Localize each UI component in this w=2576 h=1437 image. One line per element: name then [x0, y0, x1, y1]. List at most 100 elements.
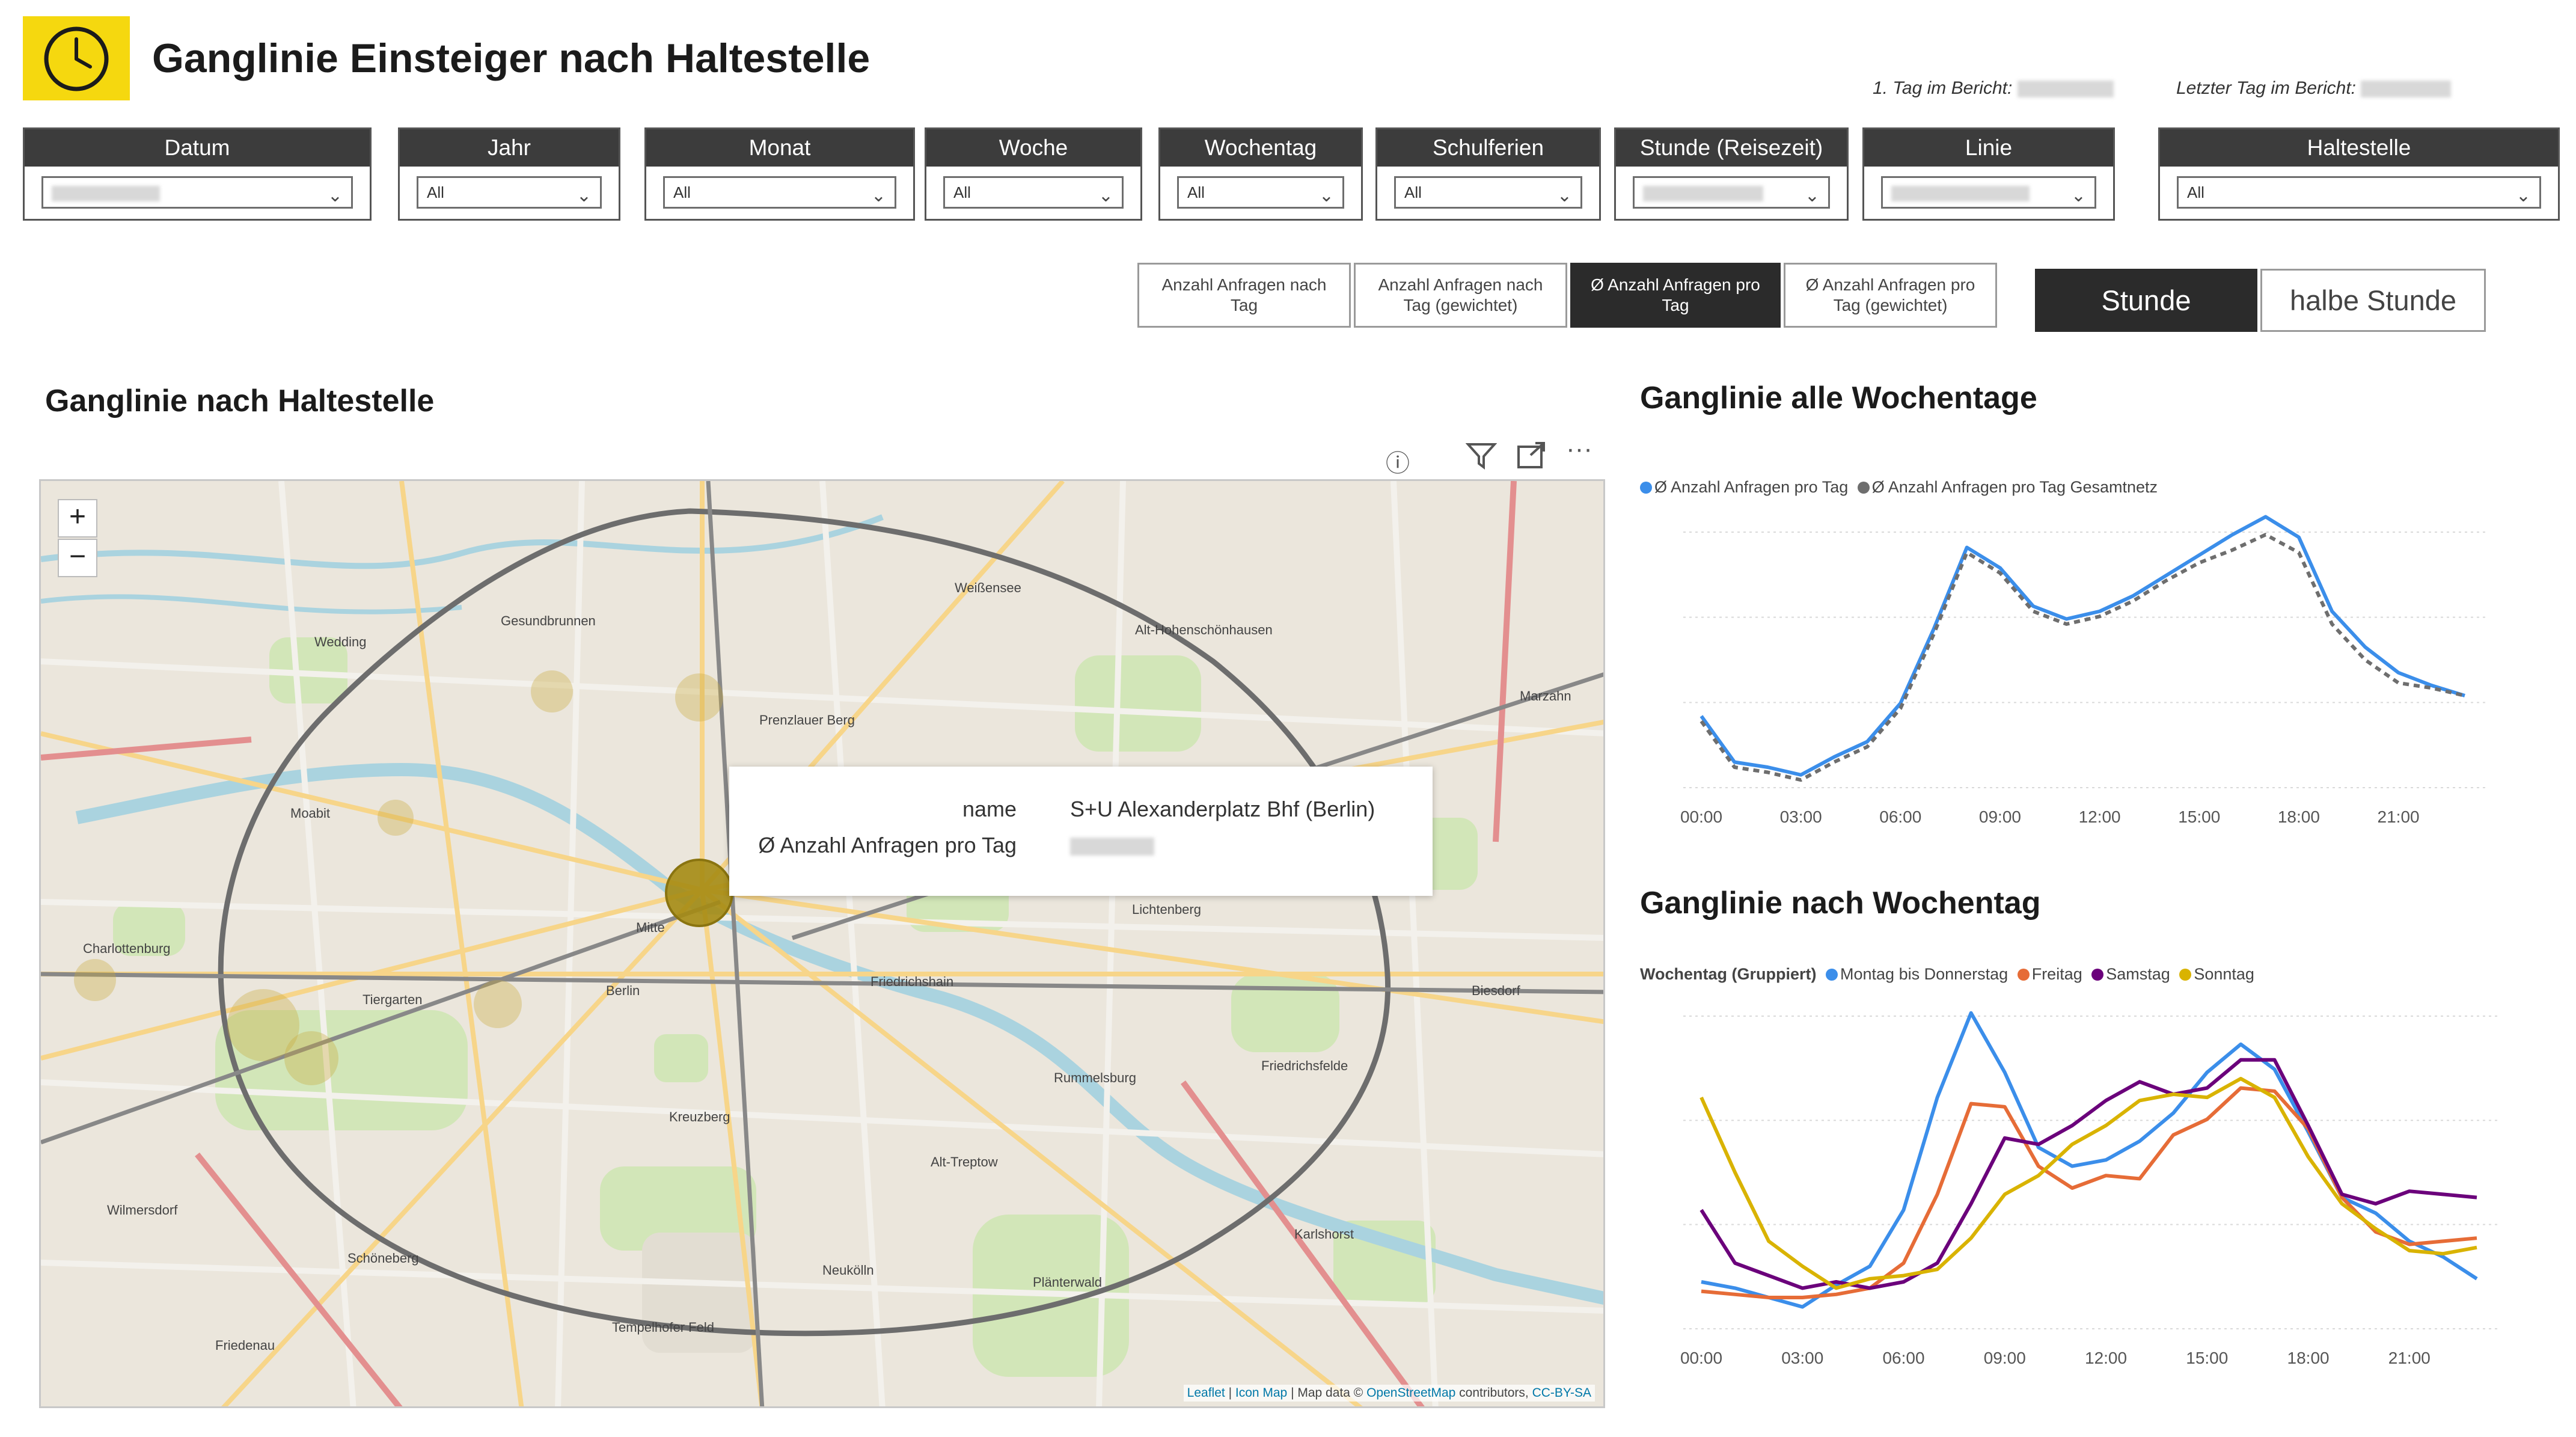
btn-line-1: Ø Anzahl Anfragen pro [1591, 275, 1760, 294]
legend-item[interactable]: Sonntag [2179, 965, 2254, 983]
place-label: Alt-Hohenschönhausen [1135, 622, 1273, 637]
place-label: Charlottenburg [83, 941, 171, 956]
x-tick-label: 09:00 [1984, 1349, 2026, 1367]
place-label: Tempelhofer Feld [612, 1320, 714, 1335]
slicer-value: All [2187, 183, 2204, 201]
measure-button-avg-weighted[interactable]: Ø Anzahl Anfragen pro Tag (gewichtet) [1784, 263, 1997, 328]
chart2-legend: Wochentag (Gruppiert) Montag bis Donners… [1640, 965, 2254, 984]
focus-mode-icon[interactable] [1516, 442, 1546, 476]
tooltip-name-label: name [962, 797, 1017, 821]
legend-item[interactable]: Ø Anzahl Anfragen pro Tag Gesamtnetz [1857, 478, 2158, 496]
chevron-down-icon: ⌄ [1318, 186, 1334, 206]
legend-dot [2017, 969, 2030, 981]
map-attribution: Leaflet | Icon Map | Map data © OpenStre… [1183, 1385, 1595, 1402]
slicer-jahr[interactable]: Jahr All ⌄ [398, 127, 620, 221]
slicer-dropdown[interactable]: All ⌄ [417, 176, 602, 209]
slicer-dropdown[interactable]: All ⌄ [2177, 176, 2541, 209]
tooltip-name-value: S+U Alexanderplatz Bhf (Berlin) [1070, 797, 1375, 821]
slicer-haltestelle[interactable]: Haltestelle All ⌄ [2158, 127, 2560, 221]
page-title: Ganglinie Einsteiger nach Haltestelle [152, 35, 870, 81]
x-tick-label: 18:00 [2278, 807, 2320, 826]
place-label: Friedrichshain [870, 974, 954, 989]
chevron-down-icon: ⌄ [327, 186, 343, 206]
chart2-plot[interactable]: 00:00 03:00 06:00 09:00 12:00 15:00 18:00 21:00 [1623, 992, 2537, 1407]
chart1-plot[interactable]: 00:00 03:00 06:00 09:00 12:00 15:00 18:00 21:00 [1623, 499, 2537, 860]
slicer-linie[interactable]: Linie ⌄ [1862, 127, 2115, 221]
place-label: Marzahn [1520, 688, 1571, 703]
slicer-label: Stunde (Reisezeit) [1616, 129, 1847, 167]
half-hour-button[interactable]: halbe Stunde [2260, 269, 2486, 332]
chevron-down-icon: ⌄ [576, 186, 592, 206]
x-tick-label: 15:00 [2178, 807, 2220, 826]
icon-map-link[interactable]: Icon Map [1235, 1386, 1287, 1400]
help-icon[interactable]: ⓘ [1386, 444, 1410, 479]
series-line [1699, 515, 2465, 777]
slicer-woche[interactable]: Woche All ⌄ [925, 127, 1142, 221]
measure-button-count-weighted[interactable]: Anzahl Anfragen nach Tag (gewichtet) [1354, 263, 1567, 328]
slicer-value: All [673, 183, 691, 201]
legend-dot [2091, 969, 2104, 981]
legend-title: Wochentag (Gruppiert) [1640, 965, 1817, 983]
slicer-dropdown[interactable]: ⌄ [41, 176, 353, 209]
attribution-text-2: contributors, [1455, 1386, 1532, 1400]
first-day-label: 1. Tag im Bericht: [1873, 78, 2114, 99]
place-label: Karlshorst [1294, 1227, 1354, 1242]
slicer-wochentag[interactable]: Wochentag All ⌄ [1158, 127, 1363, 221]
legend-label: Samstag [2106, 965, 2170, 983]
hour-button[interactable]: Stunde [2035, 269, 2257, 332]
slicer-stunde[interactable]: Stunde (Reisezeit) ⌄ [1614, 127, 1849, 221]
btn-line-2: Tag (gewichtet) [1833, 296, 1948, 314]
chevron-down-icon: ⌄ [1556, 186, 1572, 206]
btn-line-2: Tag [1662, 296, 1689, 314]
slicer-schulferien[interactable]: Schulferien All ⌄ [1375, 127, 1601, 221]
place-label: Lichtenberg [1132, 902, 1201, 917]
more-options-icon[interactable]: ··· [1566, 434, 1592, 464]
x-tick-label: 21:00 [2378, 807, 2420, 826]
slicer-dropdown[interactable]: ⌄ [1881, 176, 2096, 209]
place-label: Biesdorf [1472, 983, 1520, 998]
measure-button-count[interactable]: Anzahl Anfragen nach Tag [1137, 263, 1351, 328]
legend-dot [1640, 482, 1652, 494]
slicer-datum[interactable]: Datum ⌄ [23, 127, 372, 221]
x-tick-label: 15:00 [2186, 1349, 2228, 1367]
btn-line-1: Anzahl Anfragen nach [1161, 275, 1327, 294]
btn-line-1: Anzahl Anfragen nach [1378, 275, 1543, 294]
slicer-label: Datum [25, 129, 370, 167]
legend-dot [2179, 969, 2192, 981]
legend-item[interactable]: Samstag [2091, 965, 2170, 983]
slicer-value: All [427, 183, 444, 201]
slicer-value-redacted [1643, 186, 1763, 202]
last-day-label: Letzter Tag im Bericht: [2176, 78, 2452, 99]
slicer-dropdown[interactable]: All ⌄ [943, 176, 1124, 209]
legend-dot [1857, 482, 1870, 494]
slicer-label: Woche [926, 129, 1140, 167]
filter-icon[interactable] [1465, 442, 1498, 476]
legend-item[interactable]: Montag bis Donnerstag [1826, 965, 2008, 983]
place-label: Gesundbrunnen [501, 613, 596, 628]
slicer-dropdown[interactable]: All ⌄ [1394, 176, 1582, 209]
leaflet-link[interactable]: Leaflet [1187, 1386, 1225, 1400]
place-label: Friedenau [215, 1338, 275, 1353]
slicer-label: Linie [1864, 129, 2113, 167]
license-link[interactable]: CC-BY-SA [1532, 1386, 1591, 1400]
legend-item[interactable]: Ø Anzahl Anfragen pro Tag [1640, 478, 1848, 496]
place-label: Moabit [290, 806, 331, 821]
map-visual[interactable]: + − Wedding Gesundbrunnen Weißensee Alt-… [39, 479, 1605, 1408]
place-label: Alt-Treptow [931, 1154, 998, 1169]
slicer-monat[interactable]: Monat All ⌄ [644, 127, 915, 221]
chevron-down-icon: ⌄ [2070, 186, 2086, 206]
osm-link[interactable]: OpenStreetMap [1366, 1386, 1455, 1400]
map-tooltip: name S+U Alexanderplatz Bhf (Berlin) Ø A… [729, 767, 1433, 896]
place-label: Wilmersdorf [107, 1203, 178, 1218]
slicer-dropdown[interactable]: All ⌄ [663, 176, 896, 209]
place-label: Wedding [314, 634, 367, 649]
place-label: Plänterwald [1033, 1275, 1102, 1290]
slicer-dropdown[interactable]: ⌄ [1633, 176, 1830, 209]
measure-button-avg[interactable]: Ø Anzahl Anfragen pro Tag [1570, 263, 1781, 328]
x-tick-label: 03:00 [1781, 1349, 1823, 1367]
slicer-label: Monat [646, 129, 913, 167]
legend-item[interactable]: Freitag [2017, 965, 2082, 983]
slicer-label: Wochentag [1160, 129, 1361, 167]
slicer-dropdown[interactable]: All ⌄ [1177, 176, 1344, 209]
place-label: Berlin [606, 983, 640, 998]
